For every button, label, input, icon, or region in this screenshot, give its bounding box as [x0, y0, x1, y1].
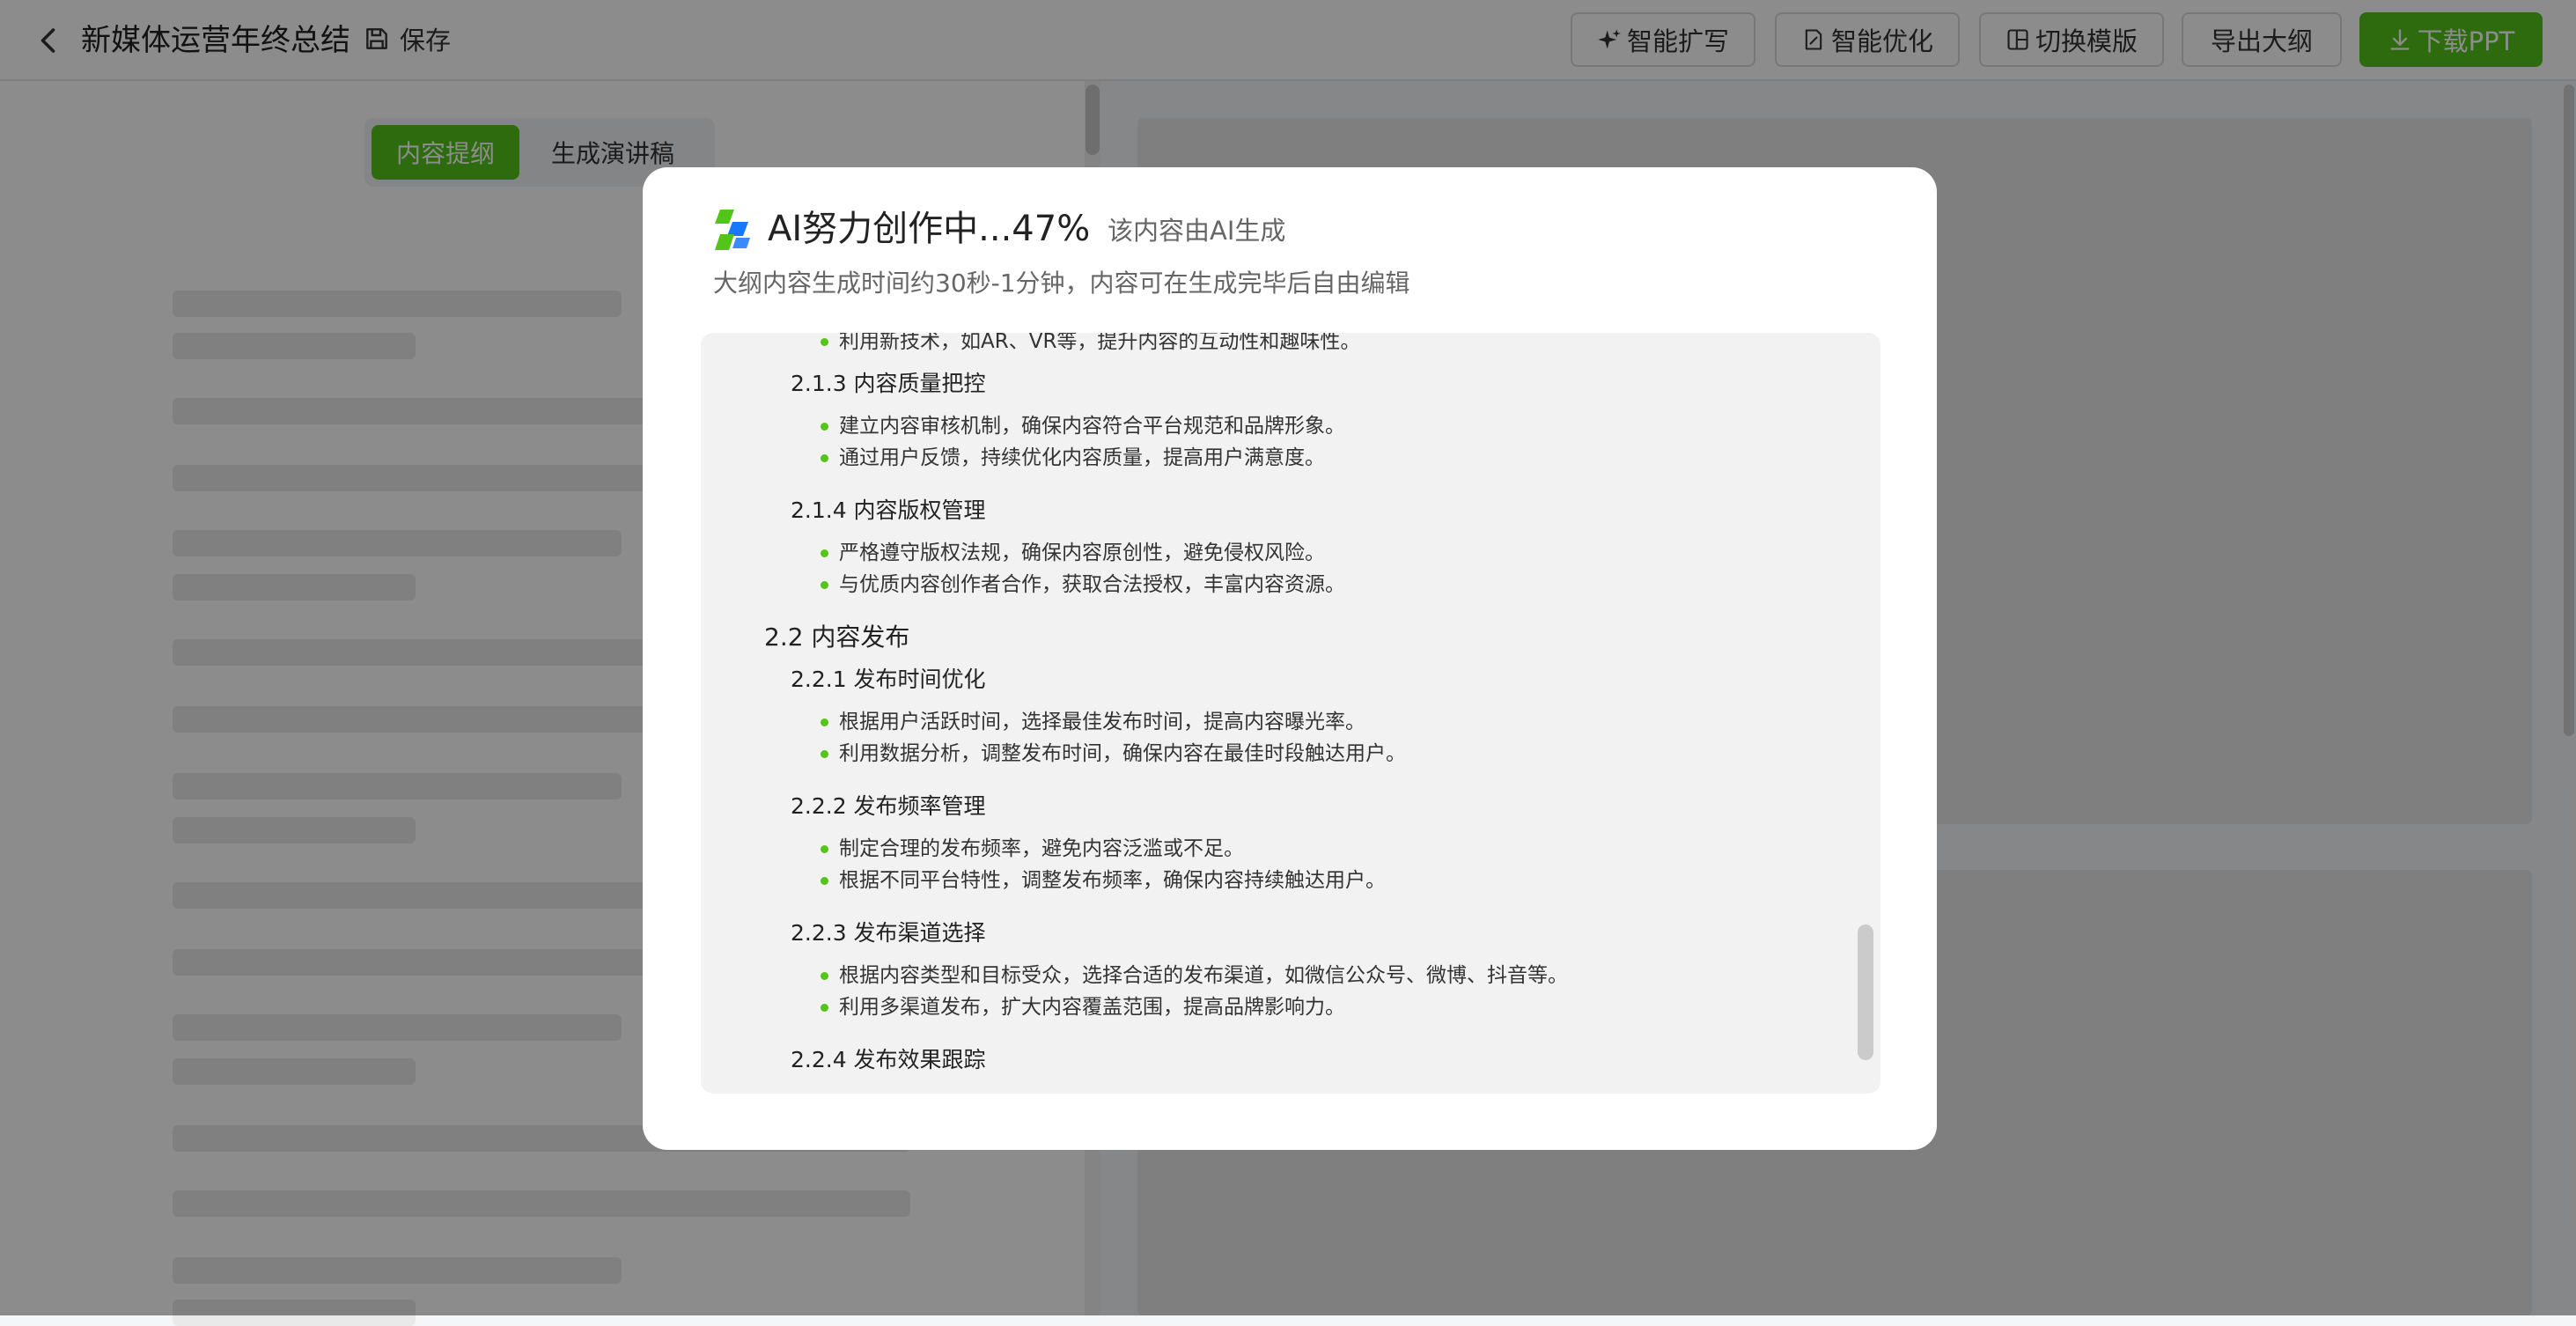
outline-bullet: 通过用户反馈，持续优化内容质量，提高用户满意度。 [821, 444, 1325, 472]
bullet-dot-icon [821, 971, 828, 980]
ai-logo-icon [715, 210, 750, 250]
bullet-dot-icon [821, 337, 828, 346]
outline-bullet: 与优质内容创作者合作，获取合法授权，丰富内容资源。 [821, 571, 1345, 599]
bullet-dot-icon [821, 876, 828, 885]
bullet-dot-icon [821, 1003, 828, 1012]
outline-bullet: 建立内容审核机制，确保内容符合平台规范和品牌形象。 [821, 412, 1345, 440]
bullet-dot-icon [821, 844, 828, 853]
generation-hint: 大纲内容生成时间约30秒-1分钟，内容可在生成完毕后自由编辑 [713, 269, 1410, 298]
bullet-dot-icon [821, 749, 828, 758]
ai-generated-tag: 该内容由AI生成 [1108, 216, 1286, 246]
outline-subsection: 2.2.1 发布时间优化 [791, 667, 986, 692]
ai-generation-dialog: AI努力创作中...47% 该内容由AI生成 大纲内容生成时间约30秒-1分钟，… [643, 167, 1937, 1150]
bullet-dot-icon [821, 718, 828, 726]
generation-progress-title: AI努力创作中...47% [768, 209, 1091, 249]
generated-outline[interactable]: 利用新技术，如AR、VR等，提升内容的互动性和趣味性。 2.1.3 内容质量把控… [701, 333, 1880, 1094]
bullet-dot-icon [821, 549, 828, 557]
bullet-dot-icon [821, 580, 828, 589]
outline-subsection: 2.2.3 发布渠道选择 [791, 920, 986, 946]
outline-bullet: 严格遵守版权法规，确保内容原创性，避免侵权风险。 [821, 539, 1325, 567]
outline-bullet: 根据不同平台特性，调整发布频率，确保内容持续触达用户。 [821, 866, 1386, 895]
outline-section: 2.2 内容发布 [764, 622, 910, 652]
outline-bullet: 制定合理的发布频率，避免内容泛滥或不足。 [821, 835, 1244, 863]
outline-bullet: 利用新技术，如AR、VR等，提升内容的互动性和趣味性。 [821, 333, 1360, 356]
generated-outline-scroll-thumb[interactable] [1858, 925, 1873, 1060]
outline-subsection: 2.1.3 内容质量把控 [791, 371, 986, 396]
outline-subsection: 2.1.4 内容版权管理 [791, 497, 986, 523]
outline-bullet: 利用数据分析，调整发布时间，确保内容在最佳时段触达用户。 [821, 740, 1406, 768]
outline-bullet: 根据用户活跃时间，选择最佳发布时间，提高内容曝光率。 [821, 708, 1365, 736]
outline-subsection: 2.2.2 发布频率管理 [791, 793, 986, 819]
outline-bullet: 根据内容类型和目标受众，选择合适的发布渠道，如微信公众号、微博、抖音等。 [821, 961, 1568, 990]
outline-bullet: 利用多渠道发布，扩大内容覆盖范围，提高品牌影响力。 [821, 993, 1345, 1021]
bullet-dot-icon [821, 453, 828, 462]
outline-subsection: 2.2.4 发布效果跟踪 [791, 1047, 986, 1072]
bullet-dot-icon [821, 422, 828, 431]
